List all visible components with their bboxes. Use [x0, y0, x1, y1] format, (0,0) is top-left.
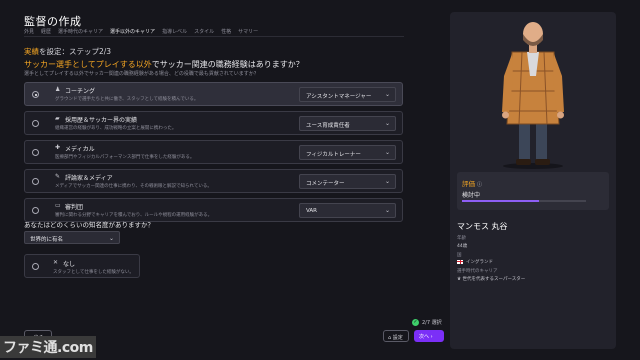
info-icon[interactable]: ⓘ	[477, 182, 482, 188]
radio-button[interactable]	[32, 263, 39, 270]
role-dropdown[interactable]: フィジカルトレーナー ⌄	[299, 145, 396, 160]
trophy-icon: ♛	[457, 277, 462, 282]
question-part-1: サッカー選手としてプレイする	[24, 60, 136, 69]
next-button-label: 次へ	[419, 334, 430, 340]
next-button[interactable]: 次へ ›	[414, 330, 444, 342]
chevron-down-icon: ⌄	[384, 120, 390, 127]
option-description: 医療部門やフィジカルパフォーマンス部門で仕事をした経験がある。	[55, 155, 195, 160]
chevron-down-icon: ⌄	[108, 235, 114, 242]
breadcrumb-item-personality[interactable]: 性格	[221, 28, 231, 35]
breadcrumb-item-playing-career[interactable]: 選手時代のキャリア	[58, 28, 103, 35]
question-part-3: でサッカー関連の職務経験はありますか？	[151, 60, 304, 69]
age-value: 44歳	[457, 244, 468, 249]
controller-icon: ⌂	[388, 335, 392, 341]
option-description: スタッフとして仕事をした経験がない。	[53, 270, 134, 275]
role-dropdown[interactable]: ユース育成責任者 ⌄	[299, 116, 396, 131]
option-title: 審判団	[65, 204, 84, 211]
fame-dropdown[interactable]: 世界的に有名 ⌄	[24, 231, 120, 244]
medical-icon: ✚	[55, 144, 61, 151]
role-dropdown-value: コメンテーター	[306, 181, 345, 187]
option-description: 組織運営の経験があり、成功戦略の立案と展開に携わった。	[55, 126, 177, 131]
breadcrumb-item-summary[interactable]: サマリー	[238, 28, 258, 35]
option-medical[interactable]: ✚ メディカル 医療部門やフィジカルパフォーマンス部門で仕事をした経験がある。 …	[24, 140, 403, 164]
settings-button-label: 設定	[392, 335, 403, 341]
option-description: メディアでサッカー関連の仕事に携わり、その戦術眼と解説で知られている。	[55, 184, 212, 189]
career-option-list: ♟ コーチング グラウンドで選手たちと共に働き、スタッフとして経験を積んでいる。…	[24, 82, 403, 227]
rating-card: 評価 ⓘ 検討中	[457, 172, 609, 210]
option-title: メディカル	[65, 146, 95, 153]
role-dropdown-value: アシスタントマネージャー	[306, 94, 372, 100]
radio-button[interactable]	[32, 149, 39, 156]
england-flag-icon	[457, 259, 463, 264]
option-media[interactable]: ✎ 評論家＆メディア メディアでサッカー関連の仕事に携わり、その戦術眼と解説で知…	[24, 169, 403, 193]
rating-status: 検討中	[462, 192, 481, 199]
question-part-2: 以外	[135, 60, 152, 69]
option-title: 評論家＆メディア	[65, 175, 113, 182]
manager-preview-panel: 評価 ⓘ 検討中 マンモス 丸谷 年齢 44歳 国 イングランド 選手時代のキャリ…	[450, 12, 616, 349]
option-description: 審判に関わる分野でキャリアを積んでおり、ルールや規程の運用経験がある。	[55, 213, 213, 218]
chevron-down-icon: ⌄	[384, 149, 390, 156]
breadcrumb-item-background[interactable]: 経歴	[41, 28, 51, 35]
check-icon: ✓	[412, 319, 419, 326]
breadcrumb-divider	[24, 36, 404, 37]
chevron-down-icon: ⌄	[384, 207, 390, 214]
monitor-icon: ▭	[55, 202, 61, 209]
step-accent: 実績	[24, 47, 39, 56]
option-title: コーチング	[65, 88, 96, 95]
radio-button[interactable]	[32, 207, 39, 214]
role-dropdown[interactable]: コメンテーター ⌄	[299, 174, 396, 189]
page-title: 監督の作成	[24, 15, 82, 28]
chevron-down-icon: ⌄	[384, 91, 390, 98]
rating-label: 評価 ⓘ	[462, 178, 482, 188]
career-label: 選手時代のキャリア	[457, 269, 498, 274]
option-title: なし	[63, 261, 76, 268]
question-hint: 選手としてプレイする以外でサッカー関連の職務経験がある場合、どの役職で最も貢献さ…	[24, 71, 259, 77]
site-watermark: ファミ通.com	[0, 336, 96, 358]
role-dropdown[interactable]: アシスタントマネージャー ⌄	[299, 87, 396, 102]
close-icon: ✕	[53, 259, 59, 266]
breadcrumb-item-appearance[interactable]: 外見	[24, 28, 34, 35]
radio-button[interactable]	[32, 120, 39, 127]
option-title: 採用歴＆サッカー界の実績	[65, 117, 138, 124]
manager-name: マンモス 丸谷	[457, 222, 508, 231]
breadcrumb-item-style[interactable]: スタイル	[194, 28, 214, 35]
fame-question: あなたはどのくらいの知名度がありますか？	[24, 221, 154, 229]
whistle-icon: ♟	[55, 86, 61, 93]
manager-avatar	[502, 22, 564, 169]
selection-count: ✓ 2/7 選択	[412, 319, 442, 326]
age-label: 年齢	[457, 236, 466, 241]
nation-value: イングランド	[466, 260, 493, 265]
chevron-down-icon: ⌄	[384, 178, 390, 185]
role-dropdown-value: フィジカルトレーナー	[306, 152, 361, 158]
rating-progress-fill	[462, 200, 539, 202]
role-dropdown-value: ユース育成責任者	[306, 123, 350, 129]
settings-button[interactable]: ⌂ 設定	[383, 330, 409, 342]
role-dropdown[interactable]: VAR ⌄	[299, 203, 396, 218]
briefcase-icon: ▰	[55, 115, 60, 122]
step-indicator: 実績を設定：ステップ2/3	[24, 46, 111, 57]
option-none[interactable]: ✕ なし スタッフとして仕事をした経験がない。	[24, 254, 140, 278]
career-row: ♛ 世代を代表するスーパースター	[457, 276, 525, 282]
rating-progress-bar	[462, 200, 586, 202]
role-dropdown-value: VAR	[306, 208, 317, 214]
breadcrumb: 外見 経歴 選手時代のキャリア 選手以外のキャリア 指導レベル スタイル 性格 …	[24, 28, 258, 35]
step-text: を設定：ステップ2/3	[39, 47, 112, 56]
breadcrumb-item-coaching-level[interactable]: 指導レベル	[162, 28, 187, 35]
rating-label-text: 評価	[462, 180, 475, 188]
option-coaching[interactable]: ♟ コーチング グラウンドで選手たちと共に働き、スタッフとして経験を積んでいる。…	[24, 82, 403, 106]
career-value: 世代を代表するスーパースター	[462, 277, 526, 282]
fame-dropdown-value: 世界的に有名	[30, 237, 64, 243]
radio-button[interactable]	[32, 91, 39, 98]
radio-button[interactable]	[32, 178, 39, 185]
option-recruitment[interactable]: ▰ 採用歴＆サッカー界の実績 組織運営の経験があり、成功戦略の立案と展開に携わっ…	[24, 111, 403, 135]
nation-row: イングランド	[457, 259, 493, 265]
arrow-right-icon: ›	[430, 334, 433, 340]
option-description: グラウンドで選手たちと共に働き、スタッフとして経験を積んでいる。	[55, 97, 199, 102]
pen-icon: ✎	[55, 173, 61, 180]
nation-label: 国	[457, 253, 462, 258]
breadcrumb-item-non-playing-career[interactable]: 選手以外のキャリア	[110, 28, 155, 35]
question-heading: サッカー選手としてプレイする以外でサッカー関連の職務経験はありますか？	[24, 59, 304, 70]
selection-count-text: 2/7 選択	[422, 320, 442, 326]
